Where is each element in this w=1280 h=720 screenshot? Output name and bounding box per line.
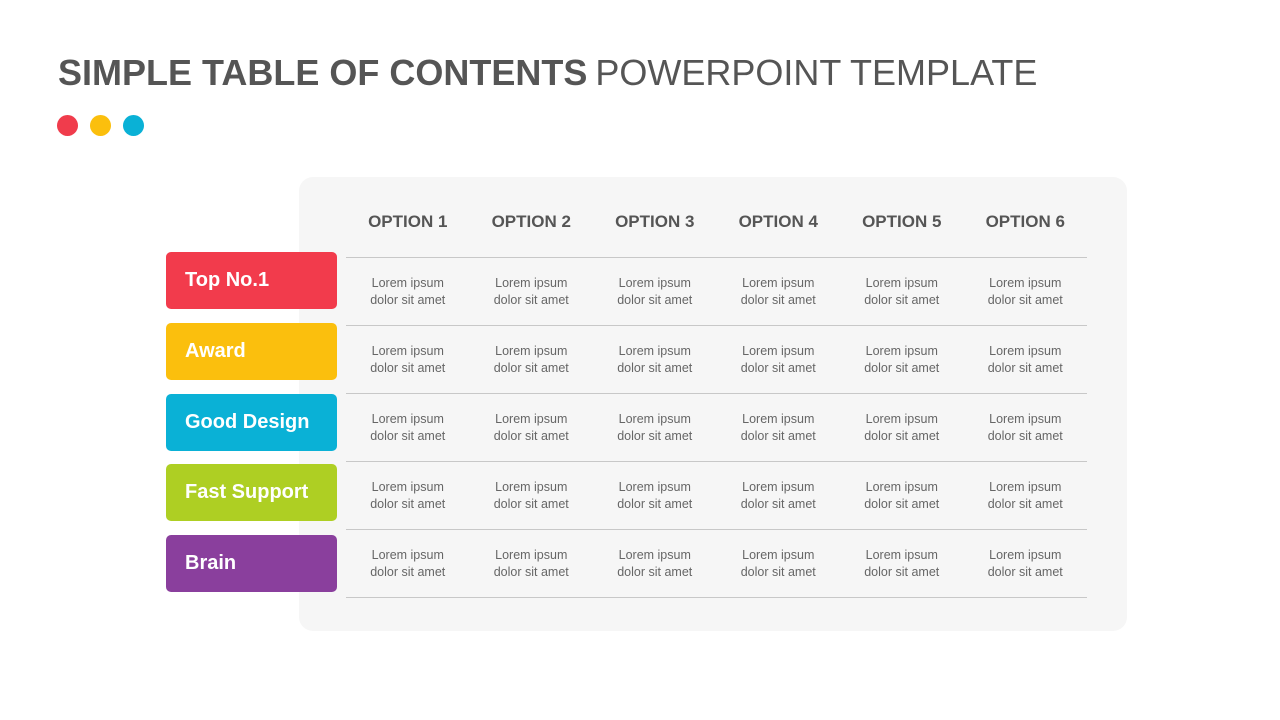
table-row: Lorem ipsum dolor sit amet Lorem ipsum do… <box>346 530 1087 598</box>
row-label: Good Design <box>166 394 337 451</box>
table-row: Lorem ipsum dolor sit amet Lorem ipsum do… <box>346 326 1087 394</box>
decorative-dots <box>57 115 144 136</box>
slide-title: SIMPLE TABLE OF CONTENTS POWERPOINT TEMPL… <box>58 52 1037 94</box>
table-cell: Lorem ipsum dolor sit amet <box>987 412 1063 443</box>
table-cell: Lorem ipsum dolor sit amet <box>987 344 1063 375</box>
yellow-dot <box>90 115 111 136</box>
table-cell: Lorem ipsum dolor sit amet <box>740 412 816 443</box>
table-cell: Lorem ipsum dolor sit amet <box>617 412 693 443</box>
blue-dot <box>123 115 144 136</box>
table-cell: Lorem ipsum dolor sit amet <box>493 344 569 375</box>
column-header: OPTION 1 <box>368 212 448 231</box>
table-cell: Lorem ipsum dolor sit amet <box>617 548 693 579</box>
table-cell: Lorem ipsum dolor sit amet <box>987 480 1063 511</box>
row-label: Fast Support <box>166 464 337 521</box>
table-cell: Lorem ipsum dolor sit amet <box>740 480 816 511</box>
table-cell: Lorem ipsum dolor sit amet <box>864 480 940 511</box>
table-cell: Lorem ipsum dolor sit amet <box>740 344 816 375</box>
column-header: OPTION 6 <box>985 212 1065 231</box>
table-row: Lorem ipsum dolor sit amet Lorem ipsum do… <box>346 394 1087 462</box>
table-cell: Lorem ipsum dolor sit amet <box>493 412 569 443</box>
table-row: Lorem ipsum dolor sit amet Lorem ipsum do… <box>346 258 1087 326</box>
table-cell: Lorem ipsum dolor sit amet <box>740 276 816 307</box>
column-header: OPTION 5 <box>862 212 942 231</box>
table-cell: Lorem ipsum dolor sit amet <box>370 412 446 443</box>
column-header: OPTION 3 <box>615 212 695 231</box>
table-cell: Lorem ipsum dolor sit amet <box>493 276 569 307</box>
title-bold: SIMPLE TABLE OF CONTENTS <box>58 52 588 93</box>
row-label: Top No.1 <box>166 252 337 309</box>
table-cell: Lorem ipsum dolor sit amet <box>864 412 940 443</box>
table-cell: Lorem ipsum dolor sit amet <box>370 344 446 375</box>
table-cell: Lorem ipsum dolor sit amet <box>864 548 940 579</box>
table-cell: Lorem ipsum dolor sit amet <box>493 548 569 579</box>
table-cell: Lorem ipsum dolor sit amet <box>493 480 569 511</box>
table-cell: Lorem ipsum dolor sit amet <box>864 344 940 375</box>
table-cell: Lorem ipsum dolor sit amet <box>864 276 940 307</box>
row-label: Award <box>166 323 337 380</box>
table-cell: Lorem ipsum dolor sit amet <box>987 548 1063 579</box>
column-header: OPTION 4 <box>738 212 818 231</box>
table-cell: Lorem ipsum dolor sit amet <box>370 548 446 579</box>
table-cell: Lorem ipsum dolor sit amet <box>740 548 816 579</box>
row-label: Brain <box>166 535 337 592</box>
table-cell: Lorem ipsum dolor sit amet <box>370 480 446 511</box>
title-light: POWERPOINT TEMPLATE <box>595 52 1038 93</box>
table-header: OPTION 1 OPTION 2 OPTION 3 OPTION 4 OPTION 5… <box>346 212 1087 232</box>
table-cell: Lorem ipsum dolor sit amet <box>370 276 446 307</box>
table-cell: Lorem ipsum dolor sit amet <box>617 344 693 375</box>
table-row: Lorem ipsum dolor sit amet Lorem ipsum do… <box>346 462 1087 530</box>
table-cell: Lorem ipsum dolor sit amet <box>617 276 693 307</box>
column-header: OPTION 2 <box>491 212 571 231</box>
table-cell: Lorem ipsum dolor sit amet <box>617 480 693 511</box>
table-cell: Lorem ipsum dolor sit amet <box>987 276 1063 307</box>
red-dot <box>57 115 78 136</box>
